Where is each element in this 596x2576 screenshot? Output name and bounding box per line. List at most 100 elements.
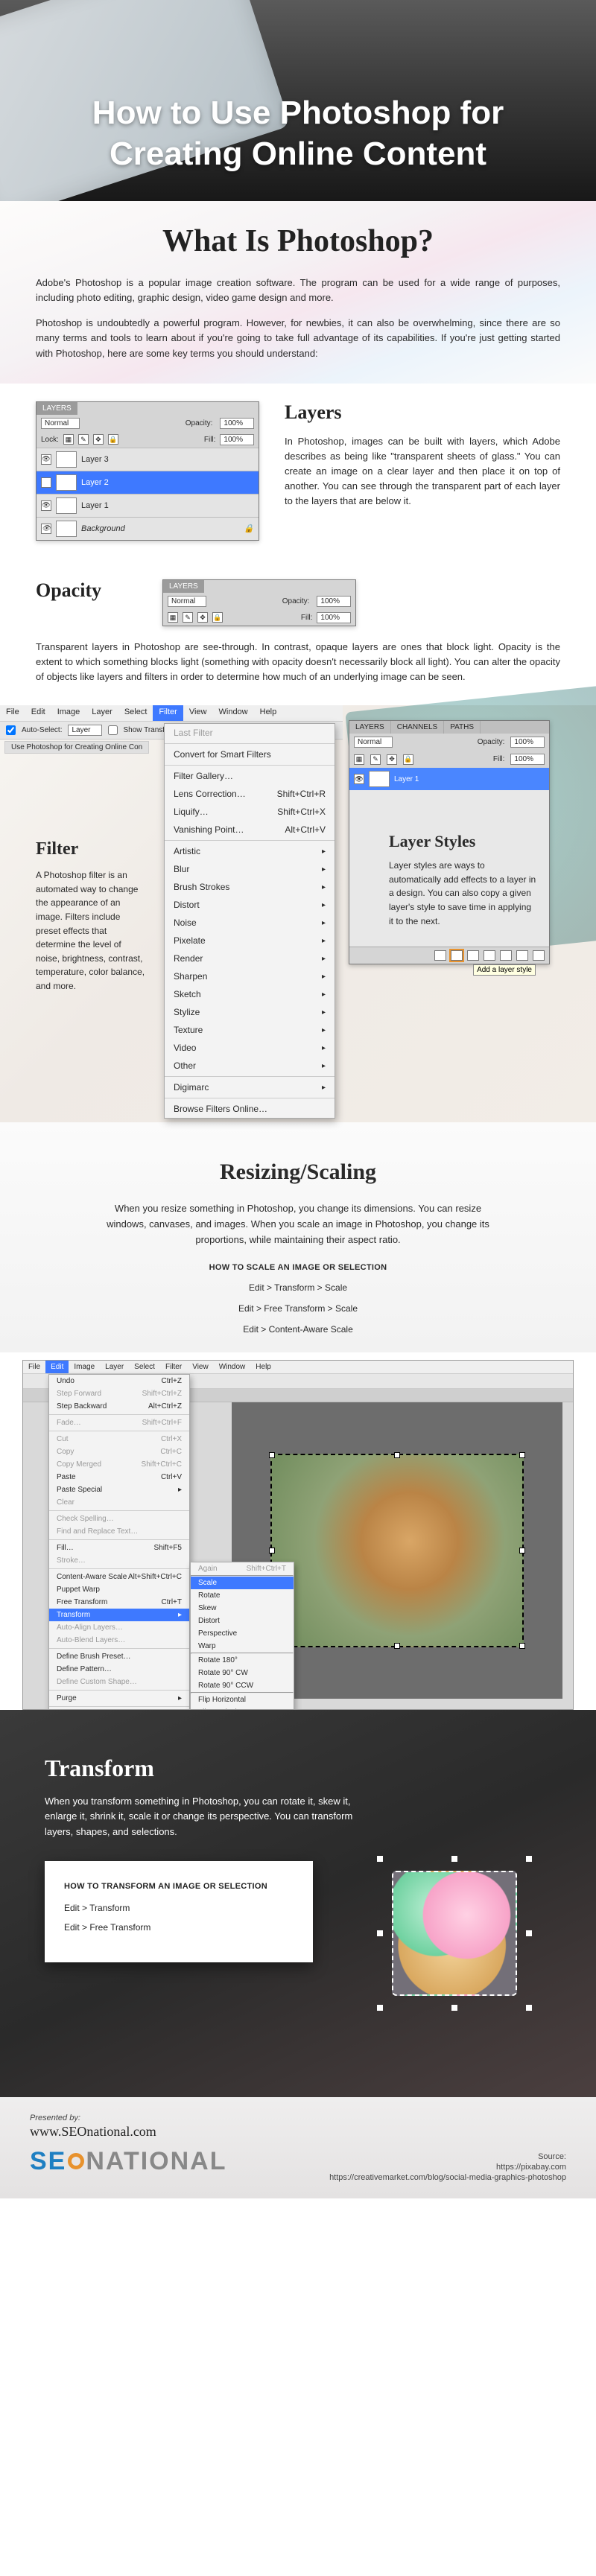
transform-handle[interactable]: [394, 1452, 400, 1458]
mi-sketch[interactable]: Sketch: [165, 985, 335, 1003]
transform-handle[interactable]: [377, 2005, 383, 2011]
mi-define-pattern-[interactable]: Define Pattern…: [49, 1663, 189, 1676]
transform-handle[interactable]: [526, 1856, 532, 1862]
mi-free-transform[interactable]: Free TransformCtrl+T: [49, 1596, 189, 1609]
lock-transparency-icon[interactable]: ▦: [168, 612, 178, 623]
menu-filter[interactable]: Filter: [160, 1361, 187, 1373]
link-layers-icon[interactable]: [434, 950, 446, 961]
mi-pixelate[interactable]: Pixelate: [165, 932, 335, 950]
fill-value[interactable]: 100%: [220, 434, 254, 445]
lock-paint-icon[interactable]: ✎: [370, 754, 381, 765]
blend-mode-select[interactable]: Normal: [354, 737, 393, 748]
blend-mode-select[interactable]: Normal: [168, 596, 206, 607]
menu-filter[interactable]: Filter: [153, 705, 183, 721]
mi-skew[interactable]: Skew: [191, 1602, 294, 1615]
transform-handle[interactable]: [526, 1930, 532, 1936]
mi-rotate-ccw[interactable]: Rotate 90° CCW: [191, 1679, 294, 1692]
mi-paste-special[interactable]: Paste Special▸: [49, 1483, 189, 1496]
opacity-value[interactable]: 100%: [510, 737, 545, 748]
menu-edit[interactable]: Edit: [45, 1361, 69, 1373]
lock-paint-icon[interactable]: ✎: [183, 612, 193, 623]
mi-purge[interactable]: Purge▸: [49, 1692, 189, 1705]
new-layer-icon[interactable]: [516, 950, 528, 961]
fill-value[interactable]: 100%: [317, 612, 351, 623]
mi-content-aware-scale[interactable]: Content-Aware ScaleAlt+Shift+Ctrl+C: [49, 1571, 189, 1583]
mi-other[interactable]: Other: [165, 1057, 335, 1075]
visibility-icon[interactable]: 👁: [41, 454, 51, 465]
transform-handle[interactable]: [451, 2005, 457, 2011]
mi-distort[interactable]: Distort: [191, 1615, 294, 1627]
mi-artistic[interactable]: Artistic: [165, 842, 335, 860]
transform-handle[interactable]: [451, 1856, 457, 1862]
lock-transparency-icon[interactable]: ▦: [63, 434, 74, 445]
mi-sharpen[interactable]: Sharpen: [165, 967, 335, 985]
mi-define-brush-preset-[interactable]: Define Brush Preset…: [49, 1650, 189, 1663]
menu-file[interactable]: File: [0, 705, 25, 721]
menu-help[interactable]: Help: [250, 1361, 276, 1373]
transform-handle[interactable]: [394, 1643, 400, 1649]
transform-handle[interactable]: [377, 1930, 383, 1936]
document-tab[interactable]: Use Photoshop for Creating Online Con: [4, 741, 149, 754]
delete-layer-icon[interactable]: [533, 950, 545, 961]
lock-position-icon[interactable]: ✥: [387, 754, 397, 765]
transform-handle[interactable]: [377, 1856, 383, 1862]
mi-lens-correction[interactable]: Lens Correction…Shift+Ctrl+R: [165, 785, 335, 803]
lock-all-icon[interactable]: 🔒: [212, 612, 223, 623]
auto-select-checkbox[interactable]: [6, 725, 16, 735]
mi-digimarc[interactable]: Digimarc: [165, 1078, 335, 1096]
layer-row[interactable]: 👁Layer 3: [37, 448, 259, 471]
layer-row[interactable]: 👁Layer 1: [37, 494, 259, 517]
transform-handle[interactable]: [269, 1548, 275, 1553]
new-adjustment-icon[interactable]: [484, 950, 495, 961]
mi-perspective[interactable]: Perspective: [191, 1627, 294, 1640]
transform-handle[interactable]: [526, 2005, 532, 2011]
mi-browse-online[interactable]: Browse Filters Online…: [165, 1100, 335, 1118]
menu-edit[interactable]: Edit: [25, 705, 51, 721]
add-layer-style-icon[interactable]: [451, 950, 463, 961]
auto-select-value[interactable]: Layer: [68, 725, 101, 736]
blend-mode-select[interactable]: Normal: [41, 418, 80, 429]
mi-transform[interactable]: Transform▸: [49, 1609, 189, 1621]
mi-distort[interactable]: Distort: [165, 896, 335, 914]
opacity-value[interactable]: 100%: [220, 418, 254, 429]
menu-help[interactable]: Help: [254, 705, 283, 721]
menu-layer[interactable]: Layer: [100, 1361, 129, 1373]
mi-render[interactable]: Render: [165, 950, 335, 967]
menu-layer[interactable]: Layer: [86, 705, 118, 721]
visibility-icon[interactable]: 👁: [41, 524, 51, 534]
lock-position-icon[interactable]: ✥: [93, 434, 104, 445]
tab-layers[interactable]: LAYERS: [349, 721, 391, 734]
menu-window[interactable]: Window: [213, 705, 254, 721]
menu-select[interactable]: Select: [129, 1361, 160, 1373]
mi-flip-horizontal[interactable]: Flip Horizontal: [191, 1694, 294, 1706]
lock-all-icon[interactable]: 🔒: [403, 754, 413, 765]
mi-rotate-[interactable]: Rotate 180°: [191, 1654, 294, 1667]
mi-texture[interactable]: Texture: [165, 1021, 335, 1039]
mi-brush-strokes[interactable]: Brush Strokes: [165, 878, 335, 896]
mi-blur[interactable]: Blur: [165, 860, 335, 878]
tab-paths[interactable]: PATHS: [444, 721, 481, 734]
add-mask-icon[interactable]: [467, 950, 479, 961]
mi-filter-gallery[interactable]: Filter Gallery…: [165, 767, 335, 785]
mi-noise[interactable]: Noise: [165, 914, 335, 932]
lock-all-icon[interactable]: 🔒: [108, 434, 118, 445]
menu-image[interactable]: Image: [51, 705, 86, 721]
menu-image[interactable]: Image: [69, 1361, 100, 1373]
mi-convert-smart[interactable]: Convert for Smart Filters: [165, 745, 335, 763]
mi-fill-[interactable]: Fill…Shift+F5: [49, 1542, 189, 1554]
mi-rotate[interactable]: Rotate: [191, 1589, 294, 1602]
mi-video[interactable]: Video: [165, 1039, 335, 1057]
layer-row-selected[interactable]: 👁Layer 2: [37, 471, 259, 494]
mi-puppet-warp[interactable]: Puppet Warp: [49, 1583, 189, 1596]
visibility-icon[interactable]: 👁: [41, 500, 51, 511]
transform-handle[interactable]: [519, 1643, 525, 1649]
lock-paint-icon[interactable]: ✎: [78, 434, 89, 445]
new-group-icon[interactable]: [500, 950, 512, 961]
mi-vanishing-point[interactable]: Vanishing Point…Alt+Ctrl+V: [165, 821, 335, 839]
menu-window[interactable]: Window: [214, 1361, 251, 1373]
opacity-value[interactable]: 100%: [317, 596, 351, 607]
mi-stylize[interactable]: Stylize: [165, 1003, 335, 1021]
transform-handle[interactable]: [519, 1452, 525, 1458]
tab-channels[interactable]: CHANNELS: [391, 721, 444, 734]
layer-row-background[interactable]: 👁Background🔒: [37, 517, 259, 540]
